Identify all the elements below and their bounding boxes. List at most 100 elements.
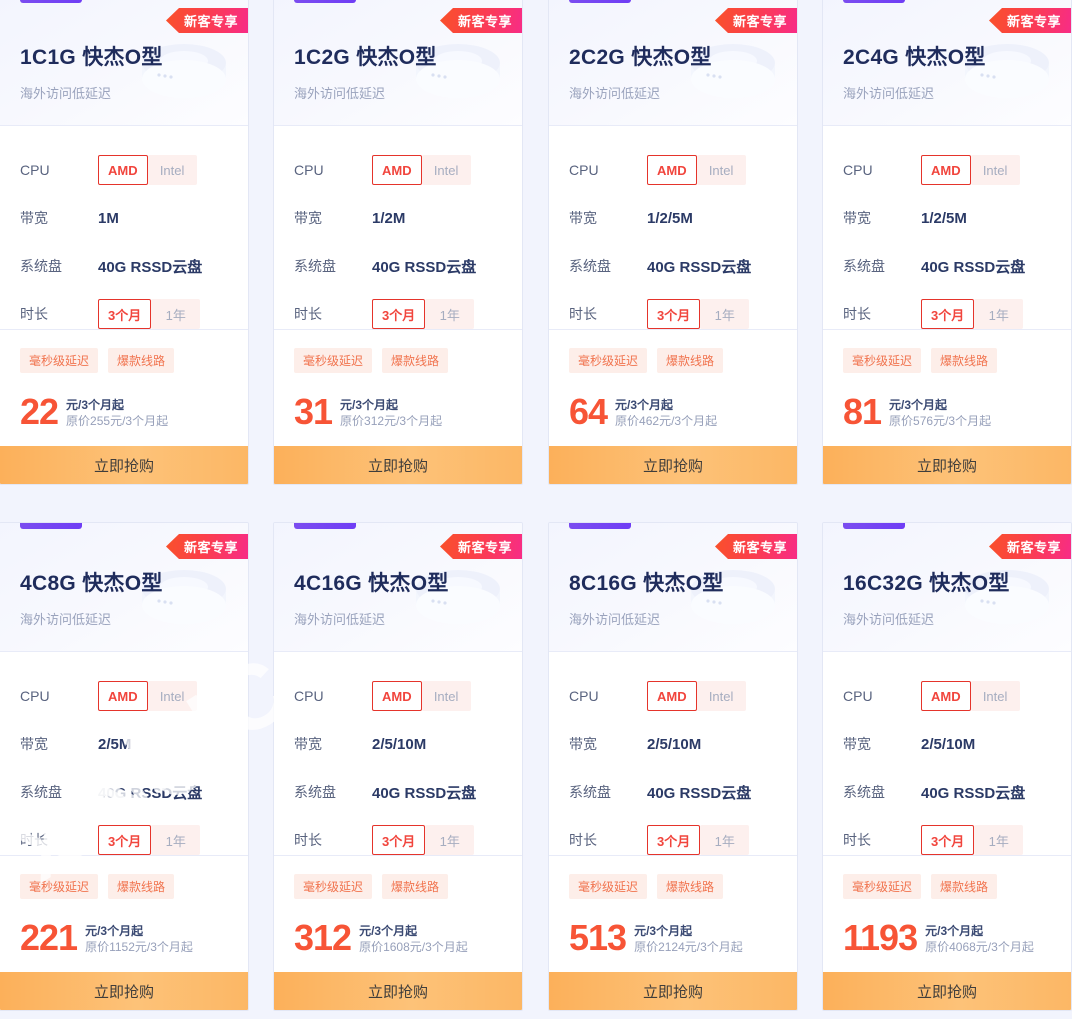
duration-option-3m[interactable]: 3个月	[98, 299, 152, 329]
product-card[interactable]: 新客专享 4C8G 快杰O型 海外访问低延迟 CPU AMD Intel 带宽 …	[0, 522, 249, 1011]
cpu-option-amd[interactable]: AMD	[372, 155, 422, 185]
accent-bar	[843, 0, 905, 3]
cpu-option-intel[interactable]: Intel	[147, 155, 197, 185]
new-customer-badge: 新客专享	[165, 534, 248, 559]
cpu-option-intel[interactable]: Intel	[421, 681, 471, 711]
duration-toggle[interactable]: 3个月 1年	[647, 299, 750, 329]
feature-tags: 毫秒级延迟 爆款线路	[569, 874, 777, 899]
duration-toggle[interactable]: 3个月 1年	[372, 825, 475, 855]
spec-row-cpu: CPU AMD Intel	[294, 672, 502, 720]
spec-row-bandwidth: 带宽 1M	[20, 194, 228, 242]
price-amount: 81	[843, 391, 882, 432]
spec-value-bandwidth: 2/5/10M	[647, 735, 702, 753]
product-card[interactable]: 新客专享 8C16G 快杰O型 海外访问低延迟 CPU AMD Intel 带宽…	[548, 522, 798, 1011]
new-customer-badge: 新客专享	[988, 8, 1071, 33]
duration-option-3m[interactable]: 3个月	[921, 299, 975, 329]
duration-option-3m[interactable]: 3个月	[372, 825, 426, 855]
spec-label-disk: 系统盘	[294, 258, 336, 274]
duration-option-1y[interactable]: 1年	[700, 825, 750, 855]
cpu-toggle[interactable]: AMD Intel	[98, 155, 197, 185]
duration-toggle[interactable]: 3个月 1年	[921, 299, 1024, 329]
price-unit: 元/3个月起	[66, 398, 125, 412]
spec-row-disk: 系统盘 40G RSSD云盘	[294, 768, 502, 816]
cpu-toggle[interactable]: AMD Intel	[921, 681, 1020, 711]
card-header: 新客专享 4C8G 快杰O型 海外访问低延迟	[0, 523, 248, 652]
cpu-option-amd[interactable]: AMD	[372, 681, 422, 711]
duration-option-1y[interactable]: 1年	[151, 825, 201, 855]
buy-now-button[interactable]: 立即抢购	[549, 972, 797, 1010]
duration-option-3m[interactable]: 3个月	[372, 299, 426, 329]
buy-now-button[interactable]: 立即抢购	[0, 446, 248, 484]
price-amount: 1193	[843, 917, 918, 958]
cpu-toggle[interactable]: AMD Intel	[372, 155, 471, 185]
spec-label-cpu: CPU	[20, 162, 50, 178]
cpu-toggle[interactable]: AMD Intel	[372, 681, 471, 711]
price-amount: 221	[20, 917, 78, 958]
cpu-option-amd[interactable]: AMD	[98, 681, 148, 711]
cpu-option-intel[interactable]: Intel	[696, 681, 746, 711]
spec-row-bandwidth: 带宽 1/2/5M	[843, 194, 1051, 242]
duration-toggle[interactable]: 3个月 1年	[647, 825, 750, 855]
cpu-option-intel[interactable]: Intel	[421, 155, 471, 185]
feature-tag: 爆款线路	[382, 348, 449, 373]
server-illustration	[142, 44, 226, 98]
cpu-option-amd[interactable]: AMD	[921, 155, 971, 185]
cpu-toggle[interactable]: AMD Intel	[647, 681, 746, 711]
feature-tag: 爆款线路	[657, 348, 724, 373]
buy-now-button[interactable]: 立即抢购	[274, 446, 522, 484]
duration-option-1y[interactable]: 1年	[425, 299, 475, 329]
product-card[interactable]: 新客专享 1C2G 快杰O型 海外访问低延迟 CPU AMD Intel 带宽 …	[273, 0, 523, 485]
duration-option-3m[interactable]: 3个月	[647, 299, 701, 329]
buy-now-button[interactable]: 立即抢购	[823, 446, 1071, 484]
duration-option-1y[interactable]: 1年	[700, 299, 750, 329]
original-price: 原价462元/3个月起	[615, 414, 718, 428]
spec-label-duration: 时长	[20, 306, 48, 322]
cpu-option-amd[interactable]: AMD	[647, 681, 697, 711]
spec-row-disk: 系统盘 40G RSSD云盘	[20, 768, 228, 816]
spec-value-disk: 40G RSSD云盘	[372, 258, 477, 276]
duration-option-1y[interactable]: 1年	[151, 299, 201, 329]
duration-option-3m[interactable]: 3个月	[647, 825, 701, 855]
card-subtitle: 海外访问低延迟	[843, 86, 935, 101]
duration-toggle[interactable]: 3个月 1年	[98, 825, 201, 855]
cpu-option-amd[interactable]: AMD	[98, 155, 148, 185]
duration-option-3m[interactable]: 3个月	[921, 825, 975, 855]
cpu-option-intel[interactable]: Intel	[970, 155, 1020, 185]
accent-bar	[294, 0, 356, 3]
cpu-option-intel[interactable]: Intel	[147, 681, 197, 711]
cpu-option-intel[interactable]: Intel	[696, 155, 746, 185]
buy-now-button[interactable]: 立即抢购	[549, 446, 797, 484]
duration-toggle[interactable]: 3个月 1年	[372, 299, 475, 329]
buy-now-button[interactable]: 立即抢购	[823, 972, 1071, 1010]
cpu-toggle[interactable]: AMD Intel	[98, 681, 197, 711]
spec-label-disk: 系统盘	[843, 258, 885, 274]
product-card[interactable]: 新客专享 2C2G 快杰O型 海外访问低延迟 CPU AMD Intel 带宽 …	[548, 0, 798, 485]
product-card[interactable]: 新客专享 2C4G 快杰O型 海外访问低延迟 CPU AMD Intel 带宽 …	[822, 0, 1072, 485]
duration-option-1y[interactable]: 1年	[974, 299, 1024, 329]
duration-toggle[interactable]: 3个月 1年	[98, 299, 201, 329]
feature-tag: 爆款线路	[108, 874, 175, 899]
cpu-toggle[interactable]: AMD Intel	[647, 155, 746, 185]
cpu-toggle[interactable]: AMD Intel	[921, 155, 1020, 185]
card-title: 4C16G 快杰O型	[294, 572, 449, 595]
buy-now-button[interactable]: 立即抢购	[274, 972, 522, 1010]
cpu-option-amd[interactable]: AMD	[647, 155, 697, 185]
spec-list: CPU AMD Intel 带宽 1/2/5M 系统盘 40G RSSD云盘 时…	[823, 126, 1071, 330]
feature-tag: 爆款线路	[382, 874, 449, 899]
duration-option-3m[interactable]: 3个月	[98, 825, 152, 855]
product-card[interactable]: 新客专享 1C1G 快杰O型 海外访问低延迟 CPU AMD Intel 带宽 …	[0, 0, 249, 485]
accent-bar	[20, 523, 82, 529]
duration-option-1y[interactable]: 1年	[974, 825, 1024, 855]
spec-label-bandwidth: 带宽	[294, 736, 322, 752]
duration-option-1y[interactable]: 1年	[425, 825, 475, 855]
feature-tag: 毫秒级延迟	[20, 348, 99, 373]
duration-toggle[interactable]: 3个月 1年	[921, 825, 1024, 855]
cpu-option-intel[interactable]: Intel	[970, 681, 1020, 711]
product-card[interactable]: 新客专享 16C32G 快杰O型 海外访问低延迟 CPU AMD Intel 带…	[822, 522, 1072, 1011]
buy-now-button[interactable]: 立即抢购	[0, 972, 248, 1010]
product-card[interactable]: 新客专享 4C16G 快杰O型 海外访问低延迟 CPU AMD Intel 带宽…	[273, 522, 523, 1011]
card-subtitle: 海外访问低延迟	[294, 612, 386, 627]
price-unit: 元/3个月起	[634, 924, 693, 938]
cpu-option-amd[interactable]: AMD	[921, 681, 971, 711]
card-title: 1C1G 快杰O型	[20, 46, 163, 69]
